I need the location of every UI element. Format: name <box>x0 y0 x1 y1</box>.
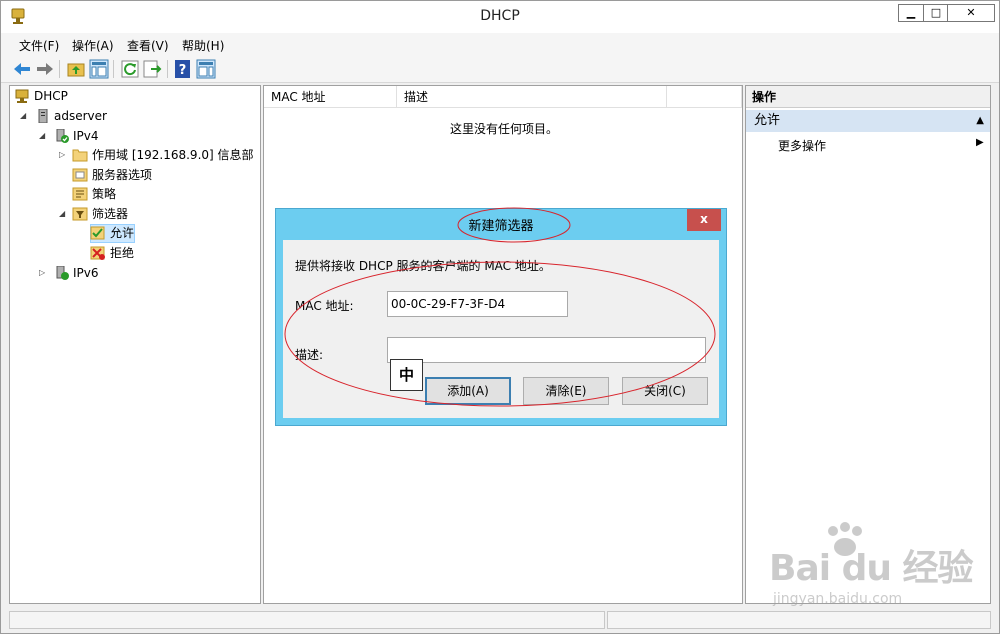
show-action-pane-icon[interactable] <box>195 58 217 80</box>
window-title: DHCP <box>480 8 520 24</box>
server-options-icon <box>72 168 88 182</box>
expand-arrow-icon[interactable]: ▷ <box>39 264 49 282</box>
maximize-button[interactable]: □ <box>923 4 949 22</box>
policies-icon <box>72 187 88 201</box>
collapse-arrow-icon[interactable]: ◢ <box>39 127 49 145</box>
description-label: 描述: <box>295 348 324 362</box>
menu-help[interactable]: 帮助(H) <box>182 37 224 54</box>
close-window-button[interactable]: ✕ <box>947 4 995 22</box>
console-tree-pane: DHCP ◢ adserver ◢ IPv4 ▷ 作用域 [192.168.9.… <box>9 85 261 604</box>
column-header-description[interactable]: 描述 <box>397 86 667 108</box>
menu-view[interactable]: 查看(V) <box>127 37 169 54</box>
new-filter-dialog: 新建筛选器 x 提供将接收 DHCP 服务的客户端的 MAC 地址。 MAC 地… <box>275 208 727 426</box>
actions-section-allow[interactable]: 允许 ▲ <box>746 110 990 132</box>
menu-file[interactable]: 文件(F) <box>19 37 59 54</box>
ipv4-icon <box>56 129 69 143</box>
mac-address-input[interactable]: 00-0C-29-F7-3F-D4 <box>387 291 568 317</box>
dialog-instruction: 提供将接收 DHCP 服务的客户端的 MAC 地址。 <box>295 259 551 273</box>
collapse-arrow-icon[interactable]: ◢ <box>20 107 30 125</box>
more-actions-item[interactable]: 更多操作 <box>778 137 826 154</box>
show-console-tree-icon[interactable] <box>88 58 110 80</box>
dialog-title: 新建筛选器 <box>468 219 534 234</box>
back-arrow-icon[interactable] <box>11 58 33 80</box>
dialog-close-button[interactable]: x <box>687 209 721 231</box>
watermark-sub: jingyan.baidu.com <box>773 591 903 607</box>
ipv6-icon <box>56 266 69 280</box>
clear-button[interactable]: 清除(E) <box>523 377 609 405</box>
dhcp-window: DHCP ▁ □ ✕ 文件(F) 操作(A) 查看(V) 帮助(H) ? DHC… <box>0 0 1000 634</box>
column-header-mac[interactable]: MAC 地址 <box>264 86 397 108</box>
allow-check-icon <box>90 226 105 240</box>
actions-header: 操作 <box>746 86 990 108</box>
up-folder-icon[interactable] <box>65 58 87 80</box>
forward-arrow-icon[interactable] <box>34 58 56 80</box>
baidu-watermark: Bai du 经验 jingyan.baidu.com <box>761 521 991 621</box>
toolbar: ? <box>1 55 999 83</box>
column-header-empty <box>667 86 742 108</box>
mac-address-label: MAC 地址: <box>295 299 354 313</box>
export-list-icon[interactable] <box>141 58 163 80</box>
submenu-arrow-icon: ▶ <box>976 137 984 148</box>
watermark-main: Bai du 经验 <box>769 548 974 589</box>
empty-list-message: 这里没有任何项目。 <box>449 122 558 136</box>
title-bar: DHCP ▁ □ ✕ <box>1 1 999 33</box>
refresh-icon[interactable] <box>119 58 141 80</box>
status-field <box>9 611 605 629</box>
description-input[interactable] <box>387 337 706 363</box>
dhcp-root-icon <box>15 89 29 103</box>
minimize-button[interactable]: ▁ <box>898 4 924 22</box>
collapse-triangle-icon[interactable]: ▲ <box>976 110 984 132</box>
help-icon[interactable]: ? <box>172 58 194 80</box>
server-icon <box>38 109 48 123</box>
expand-arrow-icon[interactable]: ▷ <box>59 146 69 164</box>
collapse-arrow-icon[interactable]: ◢ <box>59 205 69 223</box>
close-button[interactable]: 关闭(C) <box>622 377 708 405</box>
deny-icon <box>90 246 105 260</box>
menu-bar: 文件(F) 操作(A) 查看(V) 帮助(H) <box>1 33 999 55</box>
svg-text:?: ? <box>179 63 187 78</box>
folder-icon <box>72 149 88 162</box>
filters-icon <box>72 207 88 221</box>
ime-indicator[interactable]: 中 <box>390 359 423 391</box>
menu-action[interactable]: 操作(A) <box>72 37 114 54</box>
add-button[interactable]: 添加(A) <box>425 377 511 405</box>
